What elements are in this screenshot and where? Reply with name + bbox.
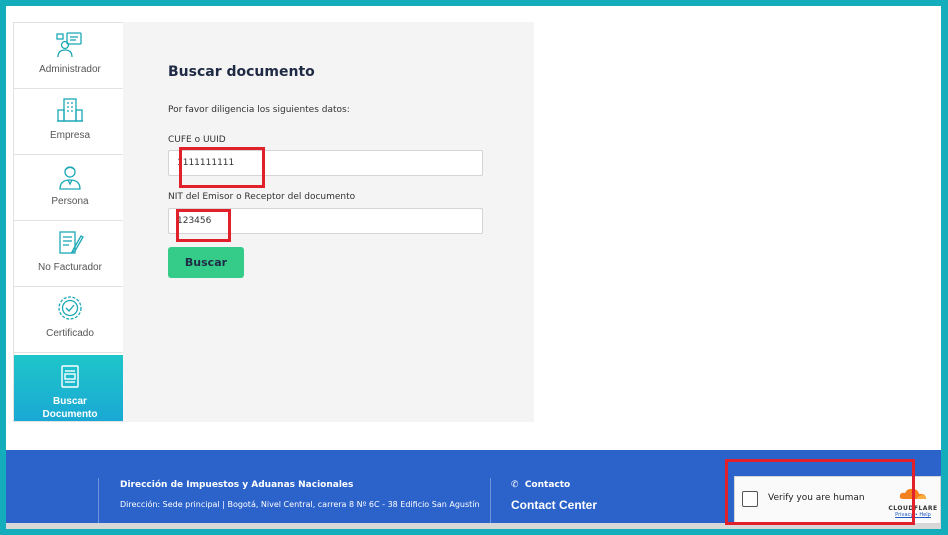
document-edit-icon bbox=[59, 231, 84, 254]
captcha-privacy-link[interactable]: Privacy bbox=[895, 512, 913, 518]
footer-address: Dirección: Sede principal | Bogotá, Nive… bbox=[120, 500, 480, 509]
sidebar-item-label-line1: Buscar bbox=[53, 396, 87, 407]
person-icon bbox=[59, 166, 81, 190]
browser-viewport: Administrador Empresa Persona No Factura… bbox=[6, 6, 941, 529]
nit-input[interactable] bbox=[168, 208, 483, 234]
sidebar-item-certificado[interactable]: Certificado bbox=[14, 287, 126, 353]
cufe-label: CUFE o UUID bbox=[168, 135, 226, 145]
captcha-label: Verify you are human bbox=[768, 493, 865, 503]
sidebar-item-buscar-documento[interactable]: Buscar Documento bbox=[14, 355, 133, 421]
footer-org-name: Dirección de Impuestos y Aduanas Naciona… bbox=[120, 480, 354, 490]
sidebar-item-label-line2: Documento bbox=[42, 409, 98, 420]
building-icon bbox=[57, 98, 83, 122]
sidebar-item-empresa[interactable]: Empresa bbox=[14, 89, 126, 155]
footer-contact-heading: ✆ Contacto bbox=[511, 480, 570, 490]
contact-heading-text: Contacto bbox=[524, 480, 571, 490]
search-button[interactable]: Buscar bbox=[168, 247, 244, 278]
nit-label: NIT del Emisor o Receptor del documento bbox=[168, 192, 356, 202]
sidebar-item-label: Administrador bbox=[39, 64, 101, 75]
search-form-panel: Buscar documento Por favor diligencia lo… bbox=[123, 22, 534, 422]
cloudflare-logo: CLOUDFLARE Privacy • Help bbox=[885, 485, 941, 518]
sidebar-item-persona[interactable]: Persona bbox=[14, 155, 126, 221]
footer-divider bbox=[98, 478, 99, 528]
footer-divider bbox=[490, 478, 491, 528]
sidebar-item-label: Empresa bbox=[49, 130, 90, 141]
certificate-badge-icon bbox=[58, 296, 82, 320]
cloudflare-captcha-widget: Verify you are human CLOUDFLARE Privacy … bbox=[734, 476, 941, 524]
sidebar-item-label: Certificado bbox=[46, 328, 94, 339]
captcha-brand: CLOUDFLARE bbox=[888, 505, 938, 512]
admin-icon bbox=[56, 32, 82, 58]
sidebar-item-administrador[interactable]: Administrador bbox=[14, 23, 126, 89]
document-search-icon bbox=[61, 365, 79, 388]
sidebar-item-label: No Facturador bbox=[38, 262, 102, 273]
form-instructions: Por favor diligencia los siguientes dato… bbox=[168, 105, 350, 115]
cufe-input[interactable] bbox=[168, 150, 483, 176]
sidebar-item-no-facturador[interactable]: No Facturador bbox=[14, 221, 126, 287]
footer-contact-center[interactable]: Contact Center bbox=[511, 498, 597, 512]
cloud-icon bbox=[899, 488, 926, 499]
sidebar-nav: Administrador Empresa Persona No Factura… bbox=[13, 22, 133, 422]
captcha-links: Privacy • Help bbox=[895, 512, 931, 518]
sidebar-item-label: Persona bbox=[51, 196, 89, 207]
captcha-checkbox[interactable] bbox=[742, 491, 758, 507]
phone-icon: ✆ bbox=[511, 480, 519, 490]
page-title: Buscar documento bbox=[168, 64, 315, 80]
captcha-help-link[interactable]: Help bbox=[919, 512, 930, 518]
